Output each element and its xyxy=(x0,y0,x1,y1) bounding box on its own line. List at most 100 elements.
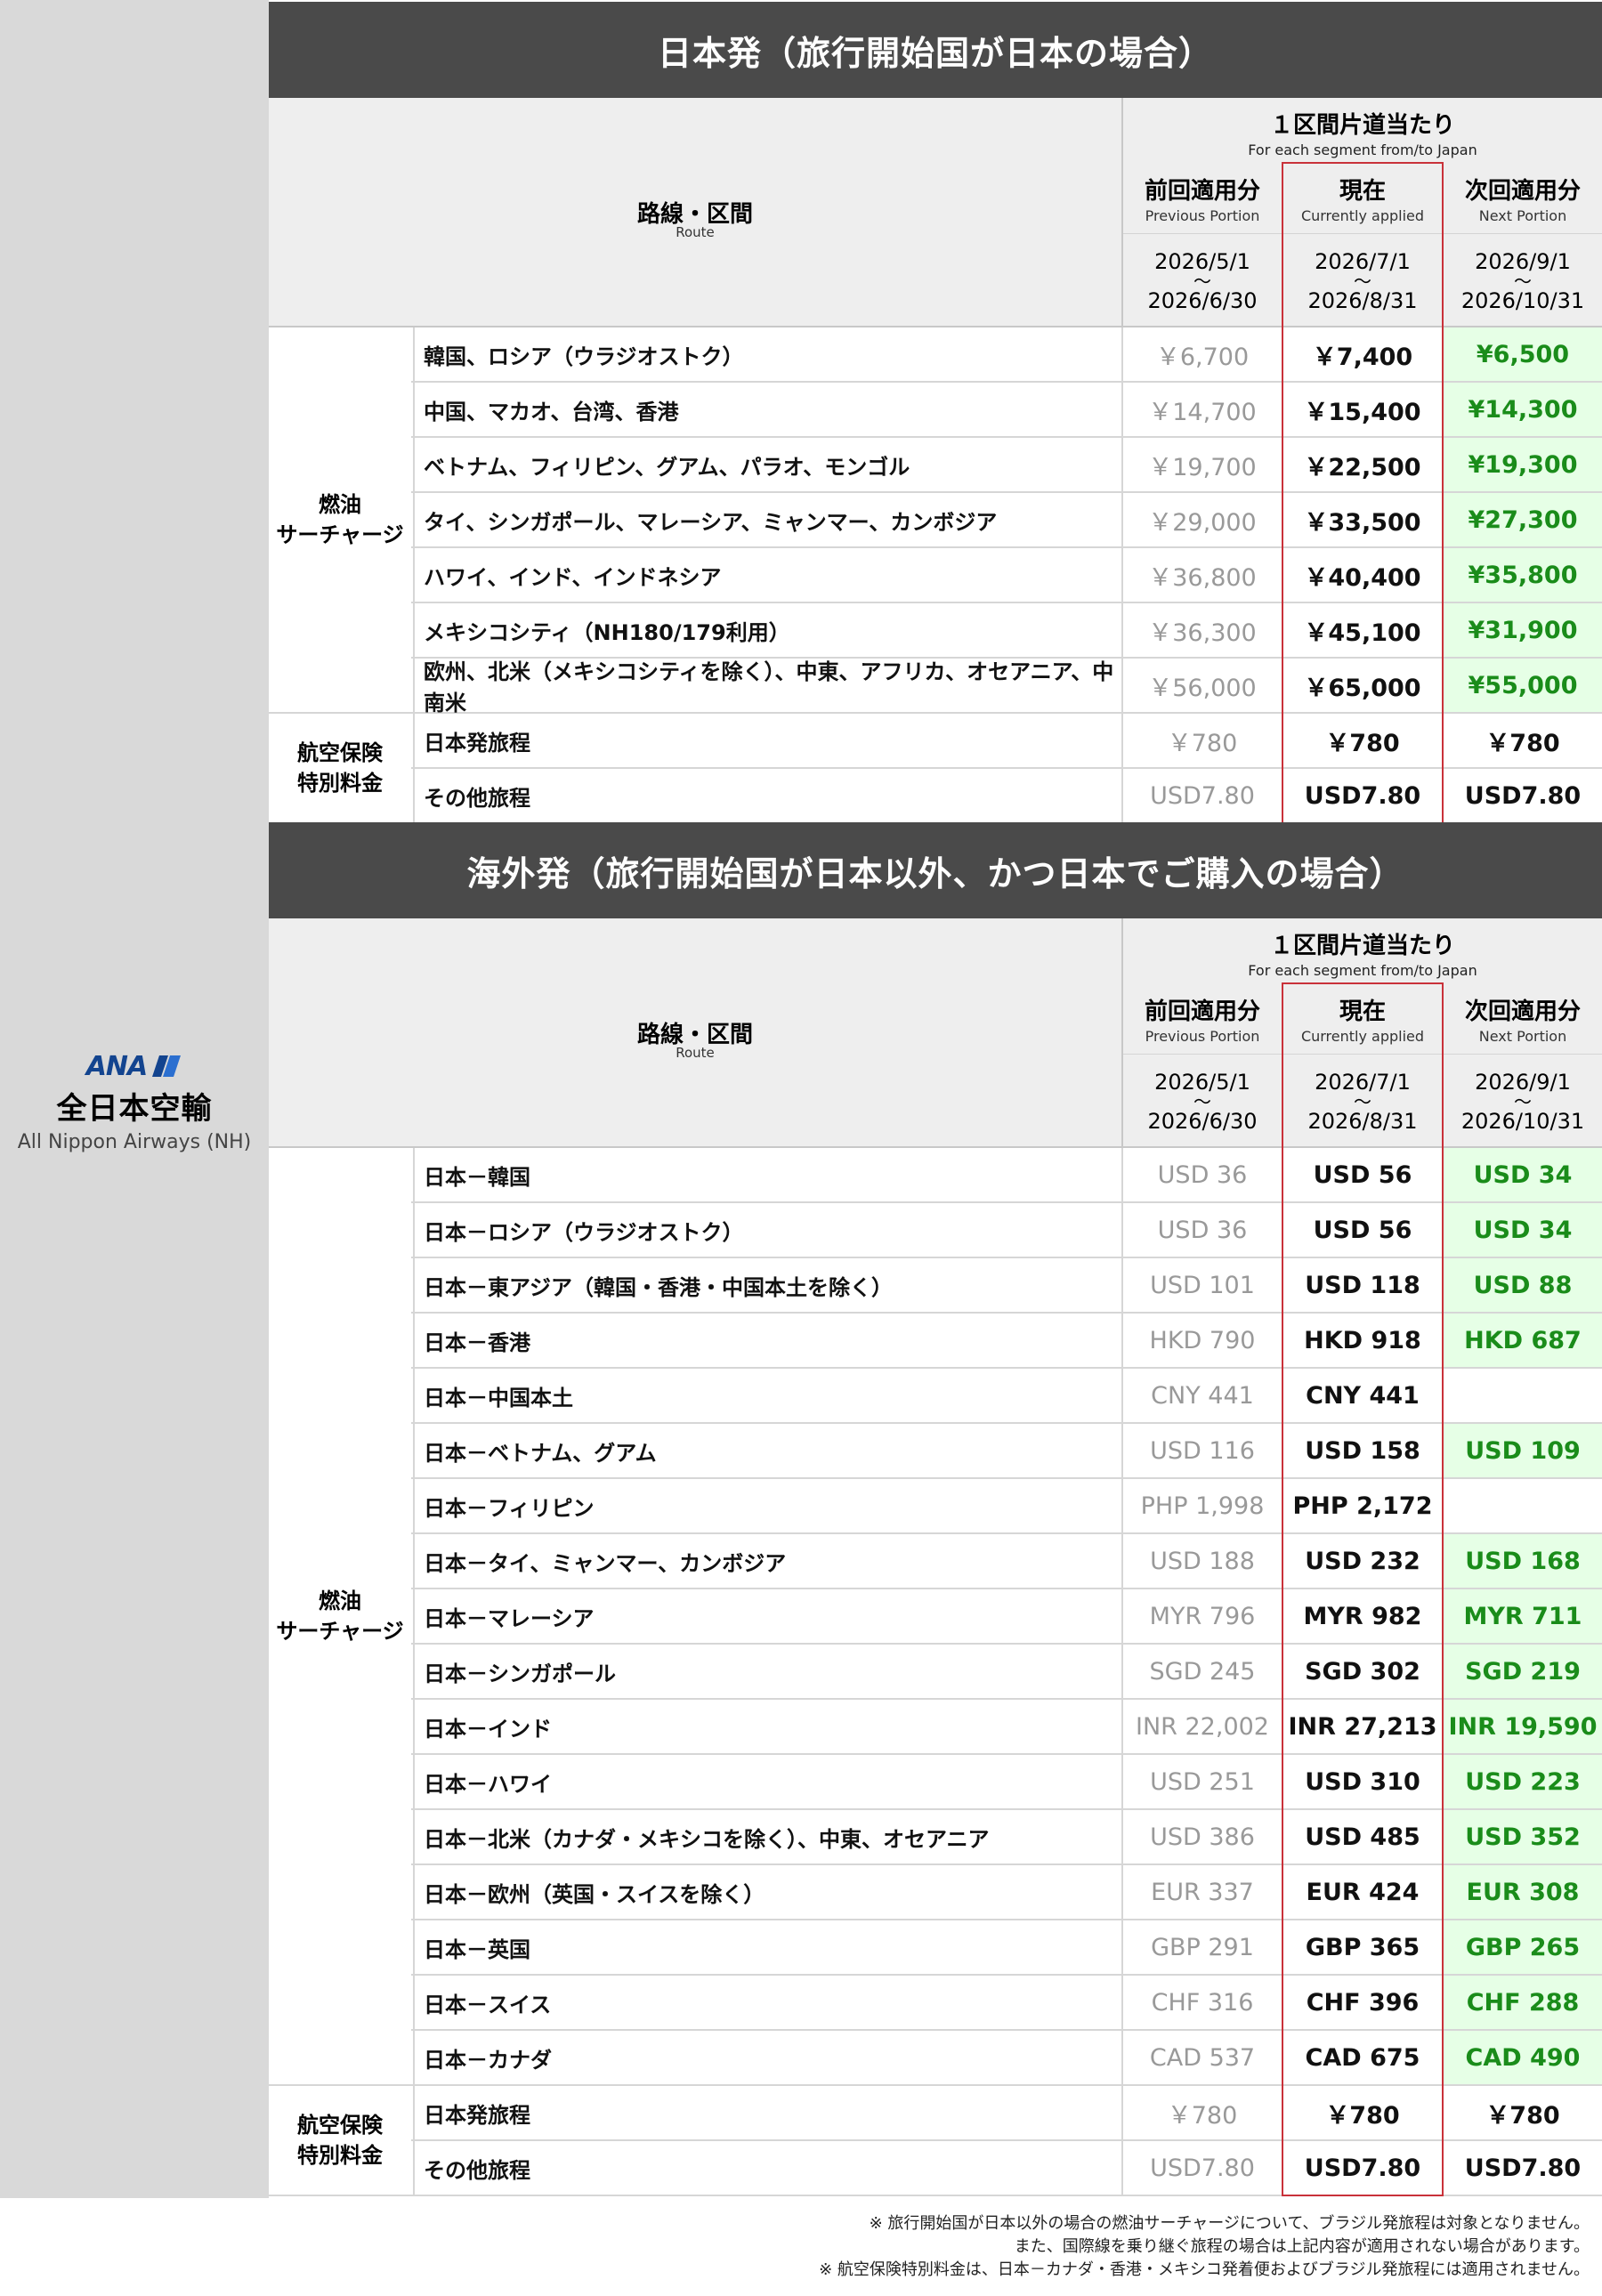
current-period-header: 現在 Currently applied 2026/7/1 ～ 2026/8/31 xyxy=(1282,162,1442,327)
route-name: 欧州、北米（メキシコシティを除く）、中東、アフリカ、オセアニア、中南米 xyxy=(413,659,1121,715)
next-price: ¥31,900 xyxy=(1442,603,1602,657)
airline-name-ja: 全日本空輸 xyxy=(56,1091,213,1127)
next-price: CAD 490 xyxy=(1442,2031,1602,2084)
current-price: HKD 918 xyxy=(1282,1314,1442,1367)
previous-price: SGD 245 xyxy=(1121,1645,1282,1698)
next-price xyxy=(1442,1479,1602,1532)
table-row: 日本－東アジア（韓国・香港・中国本土を除く） USD 101 USD 118 USD … xyxy=(269,1258,1602,1314)
next-price: ¥14,300 xyxy=(1442,383,1602,436)
route-name: その他旅程 xyxy=(413,2141,1121,2195)
next-period-tilde: ～ xyxy=(1514,270,1532,292)
route-name: 日本－香港 xyxy=(413,1314,1121,1367)
table-row: ハワイ、インド、インドネシア ￥36,800 ￥40,400 ¥35,800 xyxy=(269,548,1602,603)
previous-price: CHF 316 xyxy=(1121,1976,1282,2029)
previous-period-header: 前回適用分 Previous Portion 2026/5/1 ～ 2026/6/30 xyxy=(1121,982,1282,1148)
route-name: 日本－ハワイ xyxy=(413,1755,1121,1808)
previous-period-title: 前回適用分 xyxy=(1144,998,1260,1025)
next-price: MYR 711 xyxy=(1442,1589,1602,1643)
airline-logo-block: ANA 全日本空輸 All Nippon Airways (NH) xyxy=(0,1050,269,1154)
next-price: ¥19,300 xyxy=(1442,438,1602,491)
route-name: 日本－欧州（英国・スイスを除く） xyxy=(413,1865,1121,1919)
section-japan-departure: 日本発（旅行開始国が日本の場合） 路線・区間 Route １区間片道当たり For e… xyxy=(269,0,1602,824)
segment-group-subtitle: For each segment from/to Japan xyxy=(1248,962,1477,979)
previous-price: USD 36 xyxy=(1121,1203,1282,1257)
table-row: その他旅程 USD7.80 USD7.80 USD7.80 xyxy=(269,769,1602,824)
table-row: 日本－ベトナム、グアム USD 116 USD 158 USD 109 xyxy=(269,1424,1602,1479)
current-period-dates: 2026/7/1 ～ 2026/8/31 xyxy=(1283,1054,1442,1148)
next-period-from: 2026/9/1 xyxy=(1475,248,1571,274)
ana-logo-text: ANA xyxy=(85,1050,149,1082)
next-price: USD 352 xyxy=(1442,1810,1602,1863)
insurance-fee-category-text: 航空保険 特別料金 xyxy=(297,740,383,796)
table-row: 欧州、北米（メキシコシティを除く）、中東、アフリカ、オセアニア、中南米 ￥56,0… xyxy=(269,659,1602,715)
table-row: 日本－ロシア（ウラジオストク） USD 36 USD 56 USD 34 xyxy=(269,1203,1602,1258)
table-row: ベトナム、フィリピン、グアム、パラオ、モンゴル ￥19,700 ￥22,500 ¥19… xyxy=(269,438,1602,493)
route-header: 路線・区間 Route xyxy=(269,98,1121,327)
current-period-subtitle: Currently applied xyxy=(1300,1028,1425,1045)
previous-period-subtitle: Previous Portion xyxy=(1145,1028,1260,1045)
next-period-header: 次回適用分 Next Portion 2026/9/1 ～ 2026/10/31 xyxy=(1442,162,1602,327)
previous-price: ￥19,700 xyxy=(1121,438,1282,491)
current-price: CHF 396 xyxy=(1282,1976,1442,2029)
previous-price: HKD 790 xyxy=(1121,1314,1282,1367)
previous-price: INR 22,002 xyxy=(1121,1700,1282,1753)
current-period-header: 現在 Currently applied 2026/7/1 ～ 2026/8/31 xyxy=(1282,982,1442,1148)
table-row: 日本－シンガポール SGD 245 SGD 302 SGD 219 xyxy=(269,1645,1602,1700)
current-price: PHP 2,172 xyxy=(1282,1479,1442,1532)
current-price: ￥780 xyxy=(1282,2086,1442,2139)
previous-price: ￥56,000 xyxy=(1121,659,1282,712)
next-period-title: 次回適用分 xyxy=(1464,998,1581,1025)
section-banner: 海外発（旅行開始国が日本以外、かつ日本でご購入の場合） xyxy=(269,822,1602,918)
next-price xyxy=(1442,1369,1602,1422)
route-name: ベトナム、フィリピン、グアム、パラオ、モンゴル xyxy=(413,438,1121,491)
footnote-line: ※ 航空保険特別料金は、日本－カナダ・香港・メキシコ発着便およびブラジル発旅程に… xyxy=(819,2260,1590,2279)
previous-price: ￥6,700 xyxy=(1121,327,1282,381)
current-price: CAD 675 xyxy=(1282,2031,1442,2084)
next-price: GBP 265 xyxy=(1442,1920,1602,1974)
current-price: USD 485 xyxy=(1282,1810,1442,1863)
route-name: タイ、シンガポール、マレーシア、ミャンマー、カンボジア xyxy=(413,493,1121,546)
table-row: 日本－ハワイ USD 251 USD 310 USD 223 xyxy=(269,1755,1602,1810)
previous-price: USD7.80 xyxy=(1121,2141,1282,2195)
previous-price: CAD 537 xyxy=(1121,2031,1282,2084)
next-price: USD7.80 xyxy=(1442,2141,1602,2195)
current-price: ￥40,400 xyxy=(1282,548,1442,602)
route-name: 日本－カナダ xyxy=(413,2031,1121,2084)
previous-price: ￥780 xyxy=(1121,714,1282,767)
previous-price: ￥29,000 xyxy=(1121,493,1282,546)
table-row: 日本－インド INR 22,002 INR 27,213 INR 19,590 xyxy=(269,1700,1602,1755)
next-price: ￥780 xyxy=(1442,714,1602,767)
route-name: 日本－中国本土 xyxy=(413,1369,1121,1422)
table-row: 日本－マレーシア MYR 796 MYR 982 MYR 711 xyxy=(269,1589,1602,1645)
fuel-surcharge-category-text: 燃油 サーチャージ xyxy=(276,492,404,547)
table-row: 日本－欧州（英国・スイスを除く） EUR 337 EUR 424 EUR 308 xyxy=(269,1865,1602,1920)
previous-price: USD 116 xyxy=(1121,1424,1282,1477)
fuel-surcharge-category-text: 燃油 サーチャージ xyxy=(276,1589,404,1644)
current-period-to: 2026/8/31 xyxy=(1307,287,1418,313)
route-name: 日本－北米（カナダ・メキシコを除く）、中東、オセアニア xyxy=(413,1810,1121,1863)
next-period-subtitle: Next Portion xyxy=(1478,207,1567,224)
next-price: USD 223 xyxy=(1442,1755,1602,1808)
previous-period-dates: 2026/5/1 ～ 2026/6/30 xyxy=(1123,1054,1282,1148)
previous-price: PHP 1,998 xyxy=(1121,1479,1282,1532)
route-name: 日本－フィリピン xyxy=(413,1479,1121,1532)
next-period-subtitle: Next Portion xyxy=(1478,1028,1567,1045)
previous-price: USD 251 xyxy=(1121,1755,1282,1808)
table-row: 中国、マカオ、台湾、香港 ￥14,700 ￥15,400 ¥14,300 xyxy=(269,383,1602,438)
current-price: ￥22,500 xyxy=(1282,438,1442,491)
next-period-from: 2026/9/1 xyxy=(1475,1069,1571,1095)
table-row: 日本発旅程 ￥780 ￥780 ￥780 xyxy=(269,2086,1602,2141)
table-row: 日本－韓国 USD 36 USD 56 USD 34 xyxy=(269,1148,1602,1203)
previous-price: USD 386 xyxy=(1121,1810,1282,1863)
table-row: 日本－北米（カナダ・メキシコを除く）、中東、オセアニア USD 386 USD 48… xyxy=(269,1810,1602,1865)
previous-price: CNY 441 xyxy=(1121,1369,1282,1422)
next-price: HKD 687 xyxy=(1442,1314,1602,1367)
previous-price: USD 188 xyxy=(1121,1534,1282,1588)
next-price: ¥55,000 xyxy=(1442,659,1602,712)
next-price: ¥27,300 xyxy=(1442,493,1602,546)
footnote-line: また、国際線を乗り継ぐ旅程の場合は上記内容が適用されない場合があります。 xyxy=(1014,2237,1590,2256)
current-price: CNY 441 xyxy=(1282,1369,1442,1422)
route-header-subtitle: Route xyxy=(676,224,715,240)
table-row: タイ、シンガポール、マレーシア、ミャンマー、カンボジア ￥29,000 ￥33,50… xyxy=(269,493,1602,548)
route-name: 日本－インド xyxy=(413,1700,1121,1753)
